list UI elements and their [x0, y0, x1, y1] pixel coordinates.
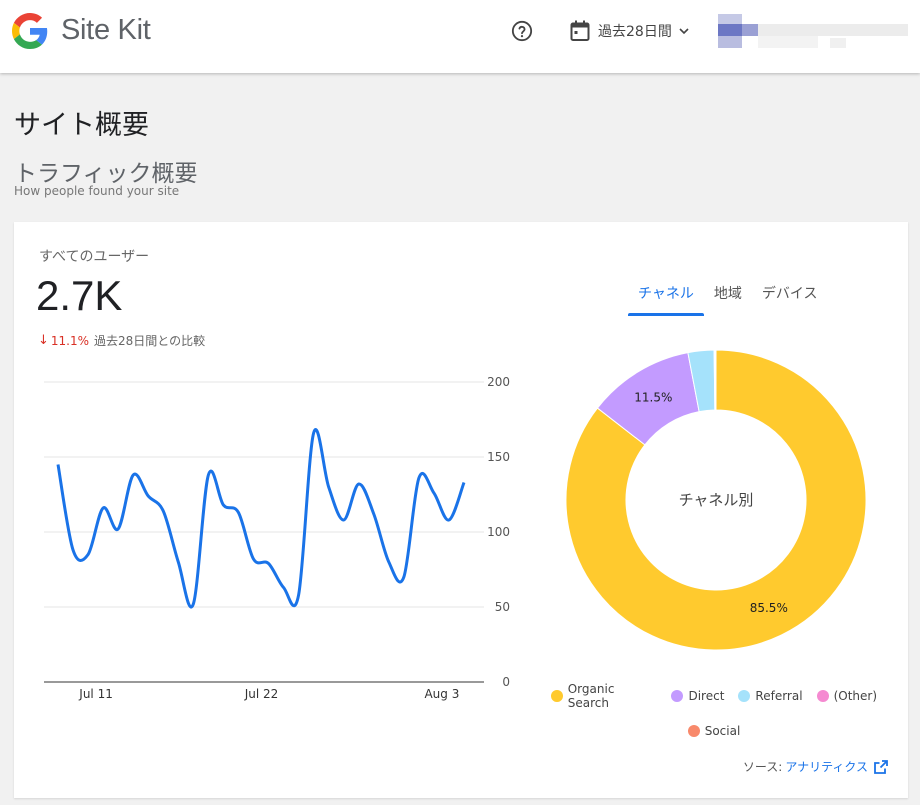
channel-donut-chart: 85.5% 11.5% チャネル別 [565, 349, 867, 651]
all-users-label: すべてのユーザー [39, 249, 150, 265]
y-tick-label: 0 [502, 675, 510, 689]
legend-item-other[interactable]: (Other) [816, 682, 877, 710]
legend-dot [551, 690, 563, 702]
change-percent: 11.1% [50, 333, 90, 348]
donut-slice[interactable] [714, 349, 717, 411]
chart-legend: Organic Search Direct Referral (Other) S… [544, 682, 884, 752]
site-kit-brand: Site Kit [61, 14, 151, 46]
app-header: Site Kit 過去28日間 [0, 0, 920, 73]
chevron-down-icon [679, 28, 689, 35]
y-tick-label: 100 [487, 525, 510, 539]
tab-channel[interactable]: チャネル [628, 284, 704, 316]
legend-item-direct[interactable]: Direct [671, 682, 724, 710]
dimension-tabs: チャネル 地域 デバイス [628, 284, 827, 316]
tab-device[interactable]: デバイス [752, 284, 828, 316]
external-link-icon[interactable] [874, 759, 888, 774]
date-range-selector[interactable]: 過去28日間 [570, 18, 690, 44]
y-tick-label: 200 [487, 375, 510, 389]
legend-item-referral[interactable]: Referral [738, 682, 803, 710]
change-indicator: ↓ 11.1% 過去28日間との比較 [38, 332, 205, 349]
x-tick-label: Jul 22 [244, 687, 279, 701]
y-tick-label: 50 [495, 600, 510, 614]
y-tick-label: 150 [487, 450, 510, 464]
traffic-card: すべてのユーザー 2.7K ↓ 11.1% 過去28日間との比較 200 150 1… [14, 222, 908, 798]
legend-label: Referral [755, 689, 803, 703]
legend-dot [687, 725, 700, 737]
tab-region[interactable]: 地域 [704, 284, 752, 316]
change-comparison-text: 過去28日間との比較 [94, 334, 206, 348]
section-subtitle: How people found your site [14, 184, 180, 198]
arrow-down-icon: ↓ [38, 333, 49, 348]
legend-label: Organic Search [567, 682, 615, 710]
date-range-label: 過去28日間 [598, 24, 672, 40]
slice-label: 85.5% [750, 601, 788, 615]
legend-label: Social [704, 724, 741, 738]
data-source: ソース: アナリティクス [743, 758, 888, 775]
legend-dot [816, 690, 829, 702]
legend-item-organic-search[interactable]: Organic Search [551, 682, 657, 710]
legend-label: (Other) [833, 689, 877, 703]
legend-item-social[interactable]: Social [687, 724, 741, 738]
users-metric-value: 2.7K [36, 272, 123, 319]
source-label: ソース: [742, 760, 783, 774]
legend-dot [738, 690, 751, 702]
slice-label: 11.5% [634, 391, 672, 405]
legend-label: Direct [688, 689, 725, 703]
google-logo-icon[interactable] [12, 13, 48, 49]
section-title: トラフィック概要 [14, 160, 198, 186]
donut-center-label: チャネル別 [679, 491, 754, 509]
help-icon[interactable] [511, 20, 533, 42]
legend-dot [671, 690, 684, 702]
page-title: サイト概要 [14, 110, 149, 140]
users-line-chart: 200 150 100 50 0 Jul 11 Jul 22 Aug 3 [44, 375, 510, 701]
x-tick-label: Jul 11 [78, 687, 113, 701]
analytics-link[interactable]: アナリティクス [785, 758, 868, 775]
calendar-icon [570, 20, 590, 41]
users-series-line [56, 428, 466, 609]
account-menu-blurred[interactable] [718, 12, 914, 52]
x-tick-label: Aug 3 [424, 687, 459, 701]
